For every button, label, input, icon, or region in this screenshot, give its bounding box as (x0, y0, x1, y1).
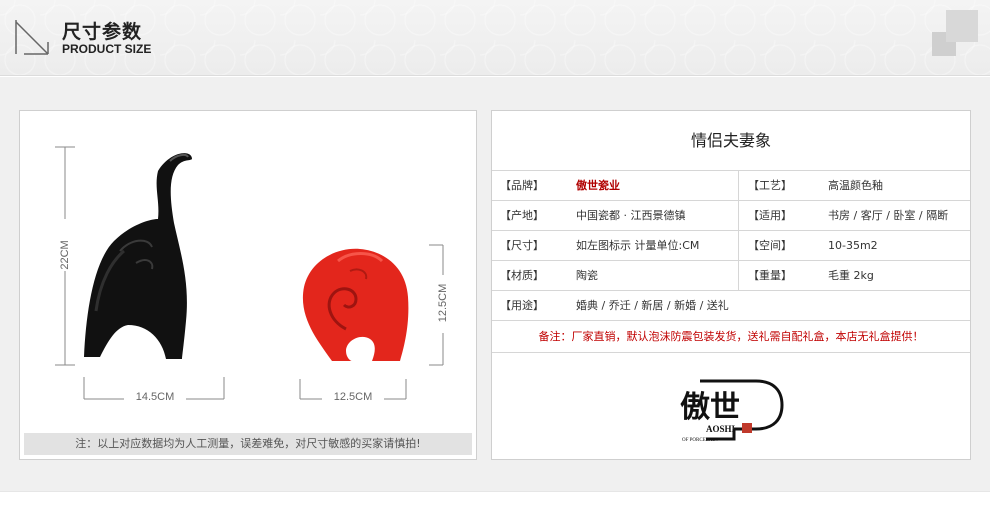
logo-mark: 傲世 (680, 390, 740, 425)
spec-value: 如左图标示 计量单位:CM (576, 239, 700, 252)
usage-row: 【用途】 婚典 / 乔迁 / 新居 / 新婚 / 送礼 (492, 291, 970, 321)
spec-row: 【尺寸】 如左图标示 计量单位:CM 【空间】 10-35m2 (492, 231, 970, 261)
spec-label: 【材质】 (500, 269, 544, 282)
aoshi-logo: 傲世 AOSHI OF PORCELAIN (680, 379, 784, 443)
product-photo-panel: 22CM 14.5CM 12.5CM 12.5CM 注：以上对应数据均为人工测量… (19, 110, 477, 460)
spec-row: 【产地】 中国瓷都 · 江西景德镇 【适用】 书房 / 客厅 / 卧室 / 隔断 (492, 201, 970, 231)
section-subtitle: PRODUCT SIZE (62, 42, 152, 56)
dimension-diagram (55, 146, 444, 400)
spec-row: 【材质】 陶瓷 【重量】 毛重 2kg (492, 261, 970, 291)
spec-panel: 情侣夫妻象 【品牌】 傲世瓷业 【工艺】 高温颜色釉 【产地】 中国瓷都 · 江… (491, 110, 971, 460)
spec-label: 【产地】 (500, 209, 544, 222)
bottom-divider (0, 491, 990, 492)
section-title: 尺寸参数 (62, 21, 143, 43)
spec-label: 【工艺】 (748, 179, 792, 192)
spec-label: 【尺寸】 (500, 239, 544, 252)
decorative-squares (930, 10, 978, 58)
left-height-label: 22CM (59, 240, 71, 270)
left-width-label: 14.5CM (135, 391, 175, 403)
brand-value: 傲世瓷业 (576, 179, 620, 192)
logo-subtitle: OF PORCELAIN (682, 438, 718, 443)
spec-value: 书房 / 客厅 / 卧室 / 隔断 (828, 209, 949, 222)
spec-label: 【适用】 (748, 209, 792, 222)
spec-label: 【品牌】 (500, 179, 544, 192)
red-elephant-figure (302, 248, 409, 361)
section-header: 尺寸参数 PRODUCT SIZE (0, 0, 990, 76)
measurement-note: 注：以上对应数据均为人工测量，误差难免，对尺寸敏感的买家请慎拍! (24, 433, 472, 455)
black-elephant-figure (84, 153, 192, 359)
spec-value: 高温颜色釉 (828, 179, 883, 192)
spec-value: 10-35m2 (828, 239, 878, 252)
usage-value: 婚典 / 乔迁 / 新居 / 新婚 / 送礼 (576, 299, 729, 312)
product-name: 情侣夫妻象 (492, 111, 970, 171)
spec-value: 陶瓷 (576, 269, 598, 282)
spec-label: 【重量】 (748, 269, 792, 282)
usage-label: 【用途】 (500, 299, 544, 312)
header-pattern (0, 0, 990, 75)
remark-text: 备注：厂家直销，默认泡沫防震包装发货，送礼需自配礼盒，本店无礼盒提供！ (492, 321, 970, 353)
right-width-label: 12.5CM (333, 391, 373, 403)
right-height-label: 12.5CM (437, 283, 449, 323)
spec-label: 【空间】 (748, 239, 792, 252)
corner-arrow-icon (15, 20, 49, 55)
spec-value: 中国瓷都 · 江西景德镇 (576, 209, 686, 222)
spec-row: 【品牌】 傲世瓷业 【工艺】 高温颜色釉 (492, 171, 970, 201)
spec-value: 毛重 2kg (828, 269, 874, 282)
logo-name: AOSHI (706, 424, 736, 434)
